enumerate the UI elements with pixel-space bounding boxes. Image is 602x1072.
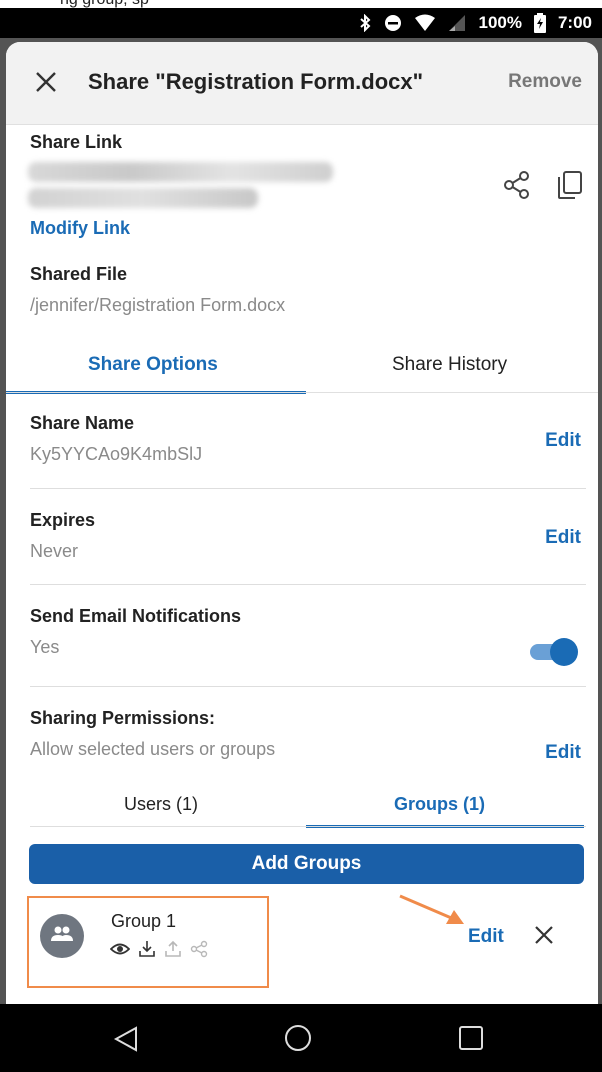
- battery-percent: 100%: [478, 13, 522, 32]
- tab-users[interactable]: Users (1): [124, 794, 198, 815]
- share-tabs: Share Options Share History: [6, 342, 598, 394]
- group-remove-icon[interactable]: [533, 924, 555, 946]
- top-snippet: ng group, sp: [0, 0, 602, 8]
- status-bar: 100% 7:00: [0, 8, 602, 38]
- tab-share-history[interactable]: Share History: [392, 354, 507, 376]
- share-name-row: Share Name Ky5YYCAo9K4mbSlJ: [30, 413, 580, 465]
- bluetooth-icon: [358, 14, 372, 32]
- tab-groups[interactable]: Groups (1): [394, 794, 485, 815]
- divider: [30, 488, 586, 489]
- divider: [30, 584, 586, 585]
- email-notifications-row: Send Email Notifications Yes: [30, 606, 580, 658]
- expires-title: Expires: [30, 510, 96, 530]
- back-icon[interactable]: [112, 1024, 142, 1054]
- top-snippet-text: ng group, sp: [60, 0, 149, 8]
- android-nav-bar: [0, 1004, 602, 1072]
- wifi-icon: [414, 14, 436, 32]
- annotation-arrow-icon: [399, 894, 464, 924]
- toggle-knob: [550, 638, 578, 666]
- share-sheet: Share "Registration Form.docx" Remove Sh…: [6, 42, 598, 1004]
- close-icon[interactable]: [34, 70, 58, 94]
- modify-link[interactable]: Modify Link: [30, 218, 130, 239]
- permission-tabs: Users (1) Groups (1): [6, 782, 598, 830]
- share-permission-icon[interactable]: [190, 940, 208, 958]
- sheet-header: Share "Registration Form.docx" Remove: [6, 42, 598, 125]
- shared-file-label: Shared File: [30, 264, 128, 284]
- download-permission-icon[interactable]: [138, 940, 156, 958]
- expires-row: Expires Never: [30, 510, 580, 562]
- shared-file-path: /jennifer/Registration Form.docx: [30, 295, 286, 315]
- group-name: Group 1: [111, 911, 177, 931]
- share-name-value: Ky5YYCAo9K4mbSlJ: [30, 444, 203, 464]
- share-link-url-redacted[interactable]: [28, 162, 333, 182]
- tabs-divider: [6, 392, 598, 393]
- sharing-permissions-edit-button[interactable]: Edit: [545, 742, 581, 764]
- expires-edit-button[interactable]: Edit: [545, 527, 581, 549]
- sharing-permissions-value: Allow selected users or groups: [30, 739, 276, 759]
- divider: [30, 686, 586, 687]
- do-not-disturb-icon: [384, 14, 402, 32]
- email-notifications-title: Send Email Notifications: [30, 606, 242, 626]
- group-permissions: [110, 940, 208, 958]
- permission-tabs-divider: [30, 826, 586, 827]
- share-name-edit-button[interactable]: Edit: [545, 430, 581, 452]
- add-groups-button[interactable]: Add Groups: [29, 844, 584, 884]
- share-name-title: Share Name: [30, 413, 135, 433]
- remove-button[interactable]: Remove: [508, 71, 582, 93]
- group-people-icon: [50, 925, 74, 948]
- group-edit-button[interactable]: Edit: [468, 926, 504, 948]
- recent-apps-icon[interactable]: [457, 1024, 485, 1052]
- tab-share-options[interactable]: Share Options: [88, 354, 218, 376]
- sharing-permissions-title: Sharing Permissions:: [30, 708, 216, 728]
- signal-icon: [448, 14, 466, 32]
- view-permission-icon[interactable]: [110, 941, 130, 957]
- email-notifications-toggle[interactable]: [530, 638, 578, 666]
- email-notifications-value: Yes: [30, 637, 60, 657]
- share-link-url-redacted-line2[interactable]: [28, 188, 258, 208]
- share-link-label: Share Link: [30, 132, 123, 152]
- page-title: Share "Registration Form.docx": [88, 69, 424, 94]
- upload-permission-icon[interactable]: [164, 940, 182, 958]
- expires-value: Never: [30, 541, 79, 561]
- copy-icon[interactable]: [556, 170, 584, 200]
- sharing-permissions-row: Sharing Permissions: Allow selected user…: [30, 708, 580, 760]
- home-icon[interactable]: [283, 1023, 313, 1053]
- group-avatar: [40, 914, 84, 958]
- status-time: 7:00: [557, 13, 592, 32]
- share-icon[interactable]: [502, 170, 532, 200]
- battery-icon: [533, 13, 546, 33]
